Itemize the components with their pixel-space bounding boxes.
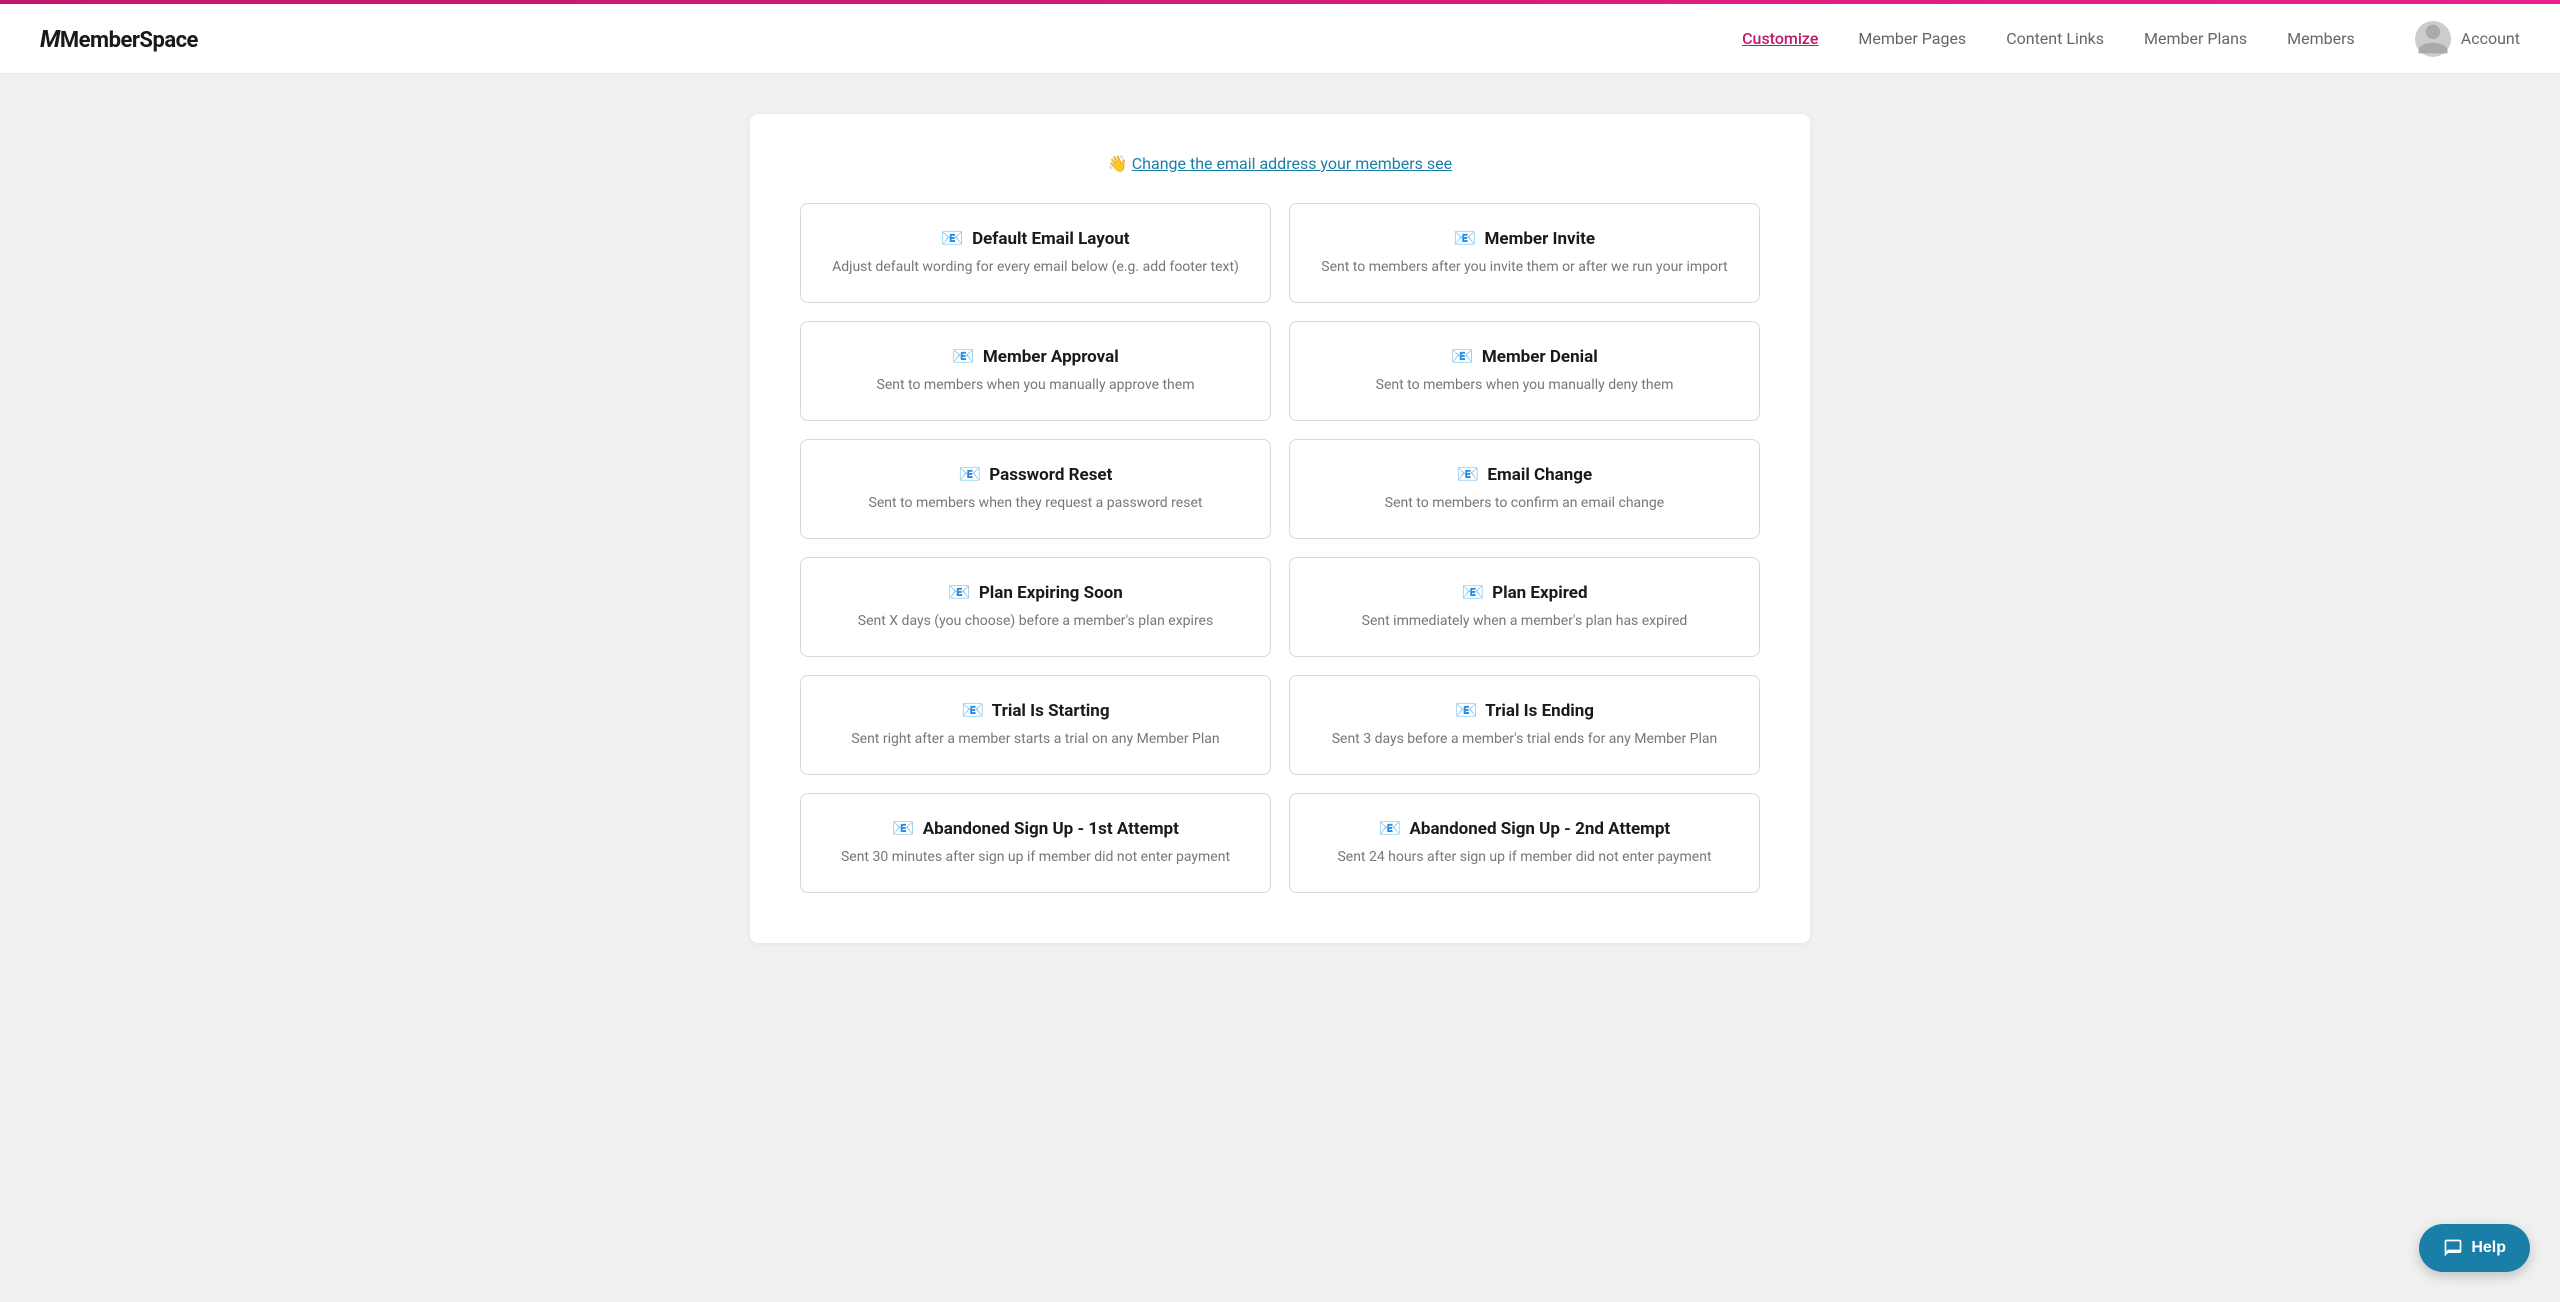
envelope-icon: 📧 xyxy=(952,346,974,367)
envelope-icon: 📧 xyxy=(941,228,963,249)
nav-item-member-pages[interactable]: Member Pages xyxy=(1858,29,1966,48)
card-desc: Sent to members when you manually deny t… xyxy=(1320,375,1729,396)
account-label: Account xyxy=(2461,29,2520,48)
email-card[interactable]: 📧 Default Email Layout Adjust default wo… xyxy=(800,203,1271,303)
card-desc: Sent immediately when a member's plan ha… xyxy=(1320,611,1729,632)
email-card[interactable]: 📧 Member Denial Sent to members when you… xyxy=(1289,321,1760,421)
card-desc: Sent 3 days before a member's trial ends… xyxy=(1320,729,1729,750)
card-desc: Sent right after a member starts a trial… xyxy=(831,729,1240,750)
help-label: Help xyxy=(2471,1239,2506,1257)
nav-links: Customize Member Pages Content Links Mem… xyxy=(1742,29,2355,48)
email-card[interactable]: 📧 Abandoned Sign Up - 2nd Attempt Sent 2… xyxy=(1289,793,1760,893)
email-card[interactable]: 📧 Abandoned Sign Up - 1st Attempt Sent 3… xyxy=(800,793,1271,893)
logo[interactable]: MMemberSpace xyxy=(40,25,198,53)
nav-item-customize[interactable]: Customize xyxy=(1742,29,1818,48)
card-title: 📧 Member Denial xyxy=(1320,346,1729,367)
envelope-icon: 📧 xyxy=(1454,228,1476,249)
navbar: MMemberSpace Customize Member Pages Cont… xyxy=(0,4,2560,74)
envelope-icon: 📧 xyxy=(1457,464,1479,485)
nav-link-member-pages[interactable]: Member Pages xyxy=(1858,29,1966,48)
nav-link-customize[interactable]: Customize xyxy=(1742,29,1818,48)
nav-item-member-plans[interactable]: Member Plans xyxy=(2144,29,2247,48)
envelope-icon: 📧 xyxy=(892,818,914,839)
card-title: 📧 Email Change xyxy=(1320,464,1729,485)
nav-item-content-links[interactable]: Content Links xyxy=(2006,29,2104,48)
email-change-emoji: 👋 xyxy=(1108,154,1128,173)
envelope-icon: 📧 xyxy=(1379,818,1401,839)
cards-grid: 📧 Default Email Layout Adjust default wo… xyxy=(800,203,1760,893)
card-title: 📧 Trial Is Ending xyxy=(1320,700,1729,721)
nav-link-content-links[interactable]: Content Links xyxy=(2006,29,2104,48)
nav-item-members[interactable]: Members xyxy=(2287,29,2355,48)
envelope-icon: 📧 xyxy=(1461,582,1483,603)
card-title: 📧 Default Email Layout xyxy=(831,228,1240,249)
help-button[interactable]: Help xyxy=(2419,1224,2530,1272)
card-desc: Sent to members after you invite them or… xyxy=(1320,257,1729,278)
email-card[interactable]: 📧 Trial Is Ending Sent 3 days before a m… xyxy=(1289,675,1760,775)
email-card[interactable]: 📧 Email Change Sent to members to confir… xyxy=(1289,439,1760,539)
card-desc: Sent 30 minutes after sign up if member … xyxy=(831,847,1240,868)
card-title: 📧 Password Reset xyxy=(831,464,1240,485)
card-title: 📧 Plan Expired xyxy=(1320,582,1729,603)
avatar xyxy=(2415,21,2451,57)
email-card[interactable]: 📧 Plan Expiring Soon Sent X days (you ch… xyxy=(800,557,1271,657)
card-desc: Adjust default wording for every email b… xyxy=(831,257,1240,278)
envelope-icon: 📧 xyxy=(948,582,970,603)
card-title: 📧 Abandoned Sign Up - 2nd Attempt xyxy=(1320,818,1729,839)
card-desc: Sent to members when they request a pass… xyxy=(831,493,1240,514)
email-change-link[interactable]: Change the email address your members se… xyxy=(1132,154,1452,173)
email-card[interactable]: 📧 Member Approval Sent to members when y… xyxy=(800,321,1271,421)
card-desc: Sent to members when you manually approv… xyxy=(831,375,1240,396)
envelope-icon: 📧 xyxy=(1451,346,1473,367)
card-title: 📧 Trial Is Starting xyxy=(831,700,1240,721)
email-change-section: 👋 Change the email address your members … xyxy=(800,154,1760,173)
card-title: 📧 Plan Expiring Soon xyxy=(831,582,1240,603)
main-content: 👋 Change the email address your members … xyxy=(730,74,1830,983)
logo-text: MMemberSpace xyxy=(40,25,198,53)
email-card[interactable]: 📧 Trial Is Starting Sent right after a m… xyxy=(800,675,1271,775)
email-card[interactable]: 📧 Password Reset Sent to members when th… xyxy=(800,439,1271,539)
card-title: 📧 Member Invite xyxy=(1320,228,1729,249)
card-desc: Sent X days (you choose) before a member… xyxy=(831,611,1240,632)
envelope-icon: 📧 xyxy=(961,700,983,721)
card-desc: Sent to members to confirm an email chan… xyxy=(1320,493,1729,514)
card-title: 📧 Abandoned Sign Up - 1st Attempt xyxy=(831,818,1240,839)
chat-icon xyxy=(2443,1238,2463,1258)
email-card[interactable]: 📧 Plan Expired Sent immediately when a m… xyxy=(1289,557,1760,657)
user-icon xyxy=(2415,21,2451,57)
card-title: 📧 Member Approval xyxy=(831,346,1240,367)
email-card[interactable]: 📧 Member Invite Sent to members after yo… xyxy=(1289,203,1760,303)
account-menu[interactable]: Account xyxy=(2415,21,2520,57)
nav-link-members[interactable]: Members xyxy=(2287,29,2355,48)
white-container: 👋 Change the email address your members … xyxy=(750,114,1810,943)
card-desc: Sent 24 hours after sign up if member di… xyxy=(1320,847,1729,868)
envelope-icon: 📧 xyxy=(959,464,981,485)
envelope-icon: 📧 xyxy=(1455,700,1477,721)
nav-link-member-plans[interactable]: Member Plans xyxy=(2144,29,2247,48)
